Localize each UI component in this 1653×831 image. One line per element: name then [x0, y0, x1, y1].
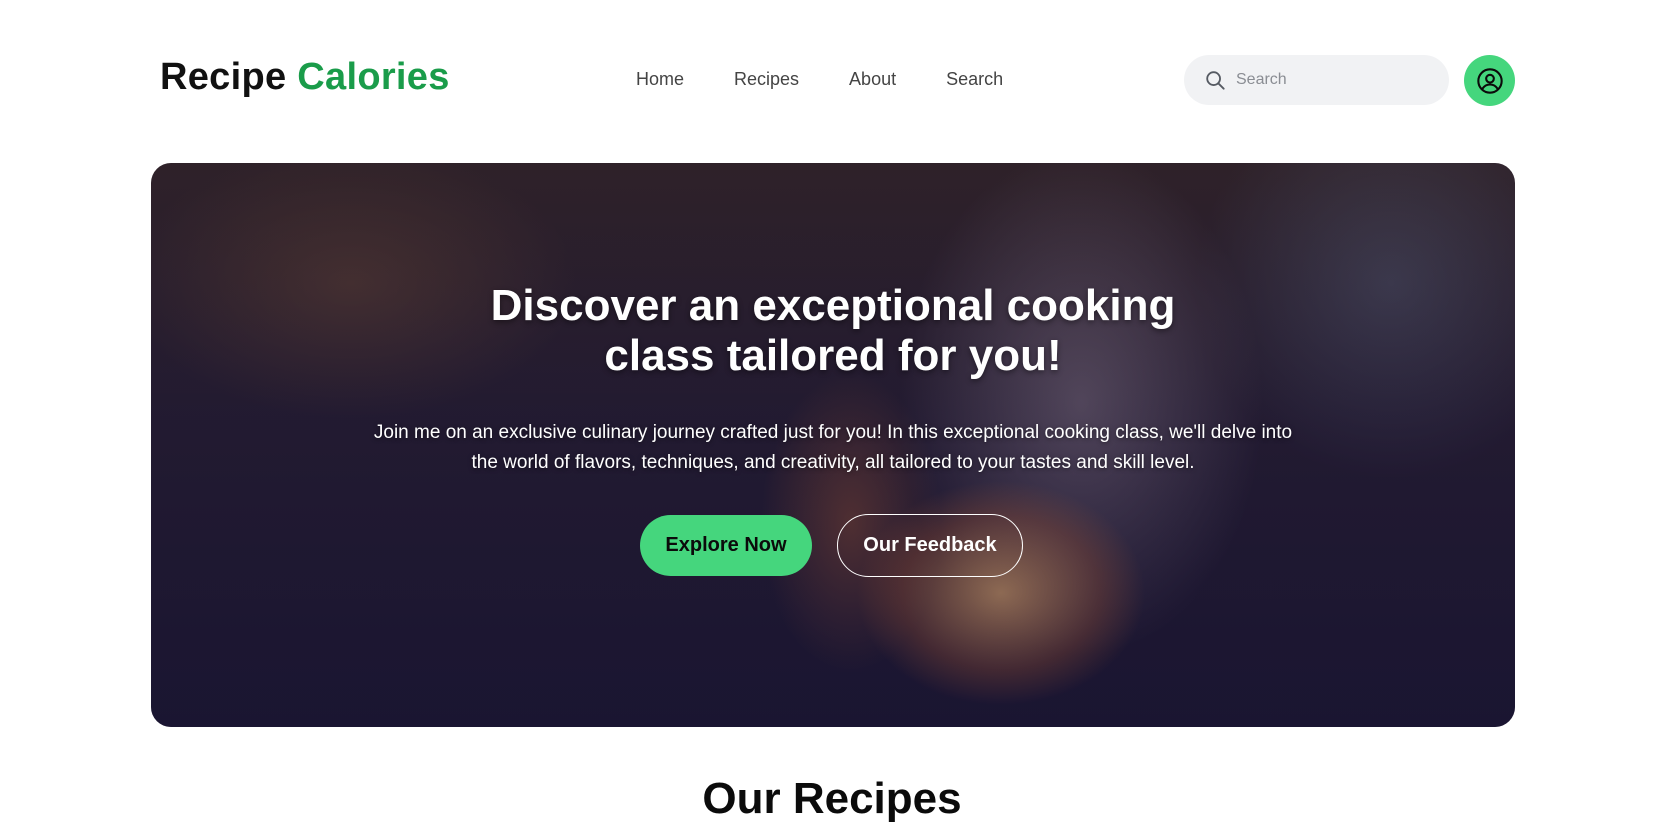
hero-description: Join me on an exclusive culinary journey…	[373, 422, 1293, 473]
explore-now-button[interactable]: Explore Now	[640, 515, 812, 576]
logo[interactable]: Recipe Calories	[160, 56, 450, 99]
user-circle-icon	[1476, 67, 1503, 94]
main-nav: Home Recipes About Search	[636, 68, 1053, 90]
logo-text-primary: Recipe	[160, 56, 287, 98]
hero-title: Discover an exceptional cooking class ta…	[490, 281, 1176, 380]
hero-content: Discover an exceptional cooking class ta…	[151, 163, 1515, 727]
our-feedback-button[interactable]: Our Feedback	[837, 514, 1023, 577]
nav-about[interactable]: About	[849, 68, 896, 90]
hero-banner: Discover an exceptional cooking class ta…	[151, 163, 1515, 727]
search-box[interactable]	[1184, 55, 1449, 105]
nav-search[interactable]: Search	[946, 68, 1003, 90]
user-avatar-button[interactable]	[1464, 55, 1515, 106]
nav-recipes[interactable]: Recipes	[734, 68, 799, 90]
search-input[interactable]	[1236, 71, 1436, 89]
nav-home[interactable]: Home	[636, 68, 684, 90]
search-icon	[1206, 71, 1225, 90]
section-title-recipes: Our Recipes	[702, 774, 962, 823]
site-header: Recipe Calories Home Recipes About Searc…	[0, 0, 1653, 160]
logo-text-accent: Calories	[297, 56, 450, 98]
page: Recipe Calories Home Recipes About Searc…	[0, 0, 1653, 831]
